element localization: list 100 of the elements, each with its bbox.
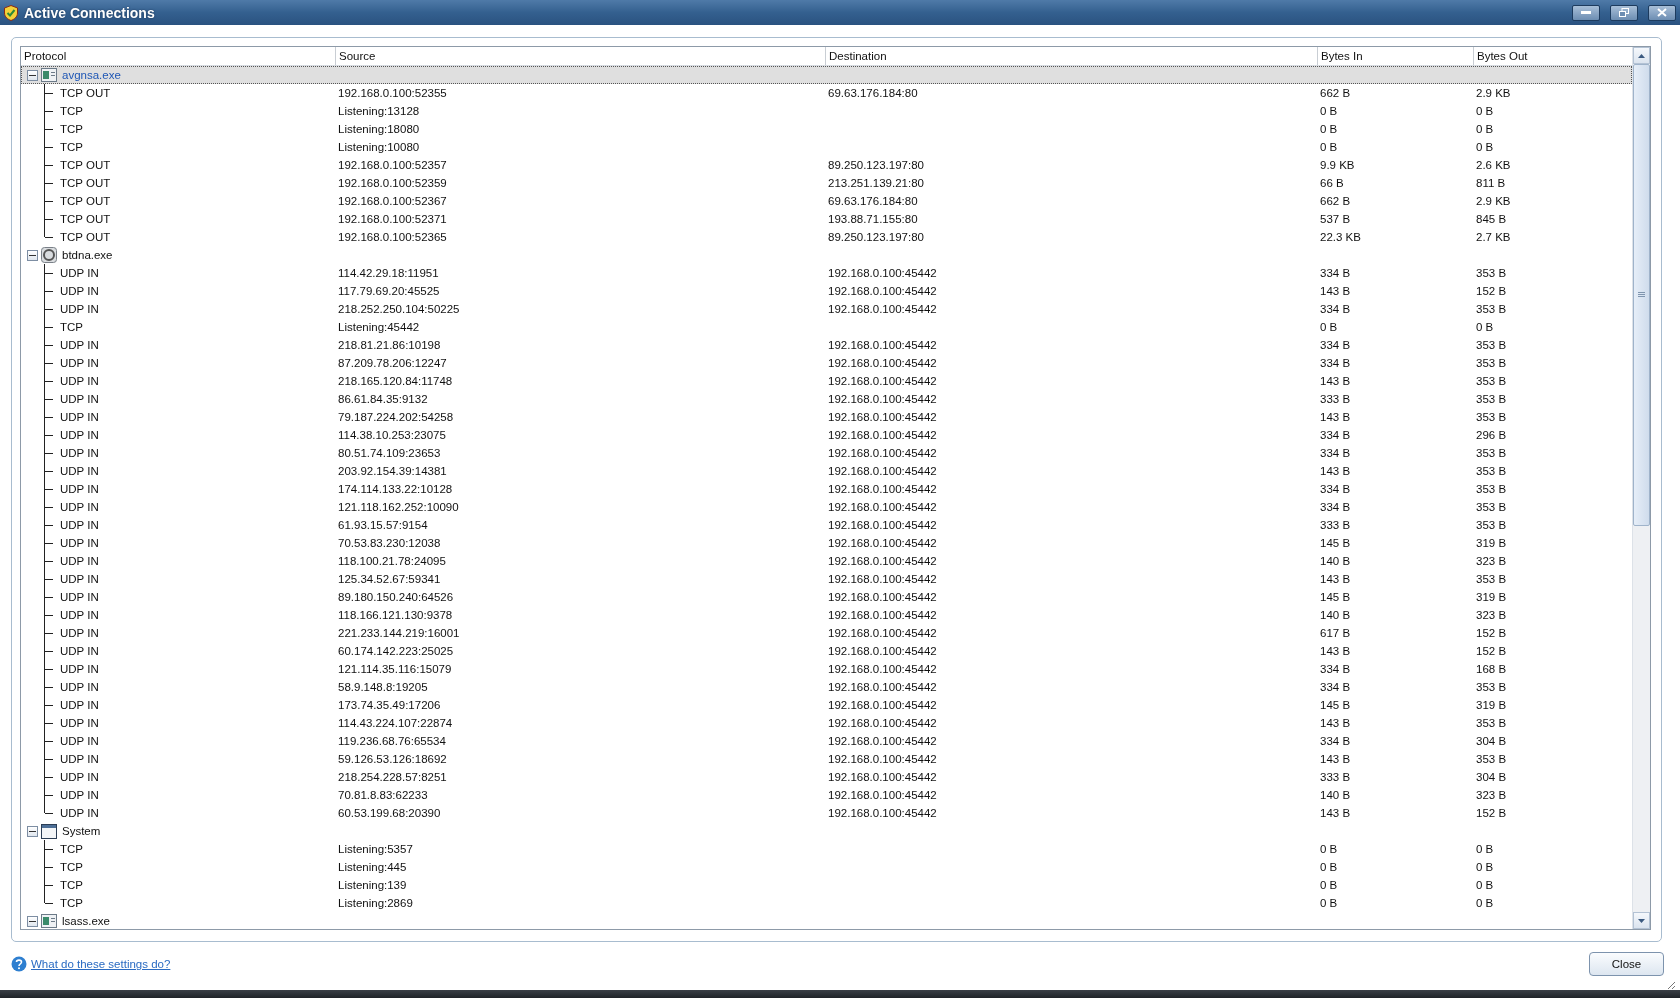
tree-connector — [44, 570, 53, 588]
collapse-button[interactable] — [27, 69, 38, 81]
column-header[interactable]: Protocol — [21, 47, 335, 65]
table-cell-text: 192.168.0.100:45442 — [827, 285, 938, 297]
protocol-text: UDP IN — [60, 267, 99, 279]
table-cell-text: 617 B — [1319, 627, 1352, 639]
table-cell-text: 192.168.0.100:45442 — [827, 609, 938, 621]
protocol-text: TCP — [60, 843, 83, 855]
collapse-button[interactable] — [27, 915, 38, 927]
column-header[interactable]: Destination — [825, 47, 1317, 65]
process-name: avgnsa.exe — [62, 69, 121, 81]
table-cell-text: 353 B — [1475, 483, 1508, 495]
tree-connector — [44, 696, 53, 714]
close-button[interactable] — [1648, 4, 1676, 21]
table-cell-text: 119.236.68.76:65534 — [337, 735, 447, 747]
protocol-text: UDP IN — [60, 663, 99, 675]
tree-connector — [44, 156, 53, 174]
down-arrow-icon — [1638, 918, 1645, 923]
scroll-up-button[interactable] — [1633, 47, 1650, 64]
column-header[interactable]: Source — [335, 47, 825, 65]
close-dialog-button[interactable]: Close — [1589, 952, 1664, 976]
table-cell-text: 353 B — [1475, 519, 1508, 531]
table-cell-text: 9.9 KB — [1319, 159, 1356, 171]
protocol-text: UDP IN — [60, 645, 99, 657]
table-cell-text: 192.168.0.100:52357 — [337, 159, 448, 171]
protocol-text: UDP IN — [60, 681, 99, 693]
table-cell-text: 192.168.0.100:45442 — [827, 771, 938, 783]
help-icon — [11, 956, 27, 972]
table-cell-text: 192.168.0.100:45442 — [827, 645, 938, 657]
table-cell-text: 353 B — [1475, 339, 1508, 351]
close-icon — [1657, 8, 1667, 17]
resize-grip-icon[interactable] — [1666, 980, 1676, 990]
protocol-text: UDP IN — [60, 303, 99, 315]
table-cell-text: 353 B — [1475, 753, 1508, 765]
process-row[interactable]: avgnsa.exe — [21, 66, 1632, 84]
table-cell-text: 152 B — [1475, 285, 1508, 297]
table-cell-text: 353 B — [1475, 501, 1508, 513]
column-header[interactable]: Bytes In — [1317, 47, 1473, 65]
scroll-thumb[interactable] — [1633, 64, 1650, 526]
table-cell-text: 537 B — [1319, 213, 1352, 225]
table-cell-text: 0 B — [1475, 123, 1495, 135]
table-cell-text: 140 B — [1319, 555, 1352, 567]
process-row[interactable]: System — [21, 822, 1632, 840]
tree-connector — [44, 462, 53, 480]
table-cell-text: 333 B — [1319, 519, 1352, 531]
table-cell-text: 334 B — [1319, 267, 1352, 279]
table-cell-text: 192.168.0.100:45442 — [827, 501, 938, 513]
tree-connector — [44, 678, 53, 696]
table-cell-text: 80.51.74.109:23653 — [337, 447, 442, 459]
table-cell-text: 304 B — [1475, 771, 1508, 783]
table-cell-text: 192.168.0.100:45442 — [827, 735, 938, 747]
table-cell-text: 353 B — [1475, 681, 1508, 693]
table-cell-text: 192.168.0.100:45442 — [827, 339, 938, 351]
table-cell-text: 0 B — [1319, 861, 1339, 873]
process-row[interactable]: lsass.exe — [21, 912, 1632, 929]
table-cell-text: 193.88.71.155:80 — [827, 213, 919, 225]
minus-icon — [29, 920, 36, 922]
table-cell-text: 353 B — [1475, 717, 1508, 729]
table-cell-text: 296 B — [1475, 429, 1508, 441]
protocol-text: UDP IN — [60, 339, 99, 351]
process-row[interactable]: btdna.exe — [21, 246, 1632, 264]
table-cell-text: 353 B — [1475, 573, 1508, 585]
table-cell-text: 0 B — [1475, 321, 1495, 333]
table-cell-text: 143 B — [1319, 465, 1352, 477]
scrollbar[interactable] — [1632, 47, 1650, 929]
protocol-text: UDP IN — [60, 717, 99, 729]
process-name: System — [62, 825, 101, 837]
table-cell-text: 140 B — [1319, 789, 1352, 801]
table-cell-text: 114.42.29.18:11951 — [337, 267, 440, 279]
table-cell-text: 60.174.142.223:25025 — [337, 645, 455, 657]
process-name: btdna.exe — [62, 249, 113, 261]
protocol-text: UDP IN — [60, 609, 99, 621]
table-cell-text: 353 B — [1475, 411, 1508, 423]
minimize-button[interactable] — [1572, 4, 1600, 21]
protocol-text: UDP IN — [60, 519, 99, 531]
tree-connector — [44, 282, 53, 300]
scroll-down-button[interactable] — [1633, 912, 1650, 929]
table-cell-text: 2.9 KB — [1475, 195, 1512, 207]
minimize-icon — [1581, 11, 1591, 14]
protocol-text: TCP — [60, 861, 83, 873]
table-cell-text: 114.43.224.107:22874 — [337, 717, 454, 729]
table-cell-text: Listening:10080 — [337, 141, 421, 153]
table-cell-text: 192.168.0.100:45442 — [827, 573, 938, 585]
restore-button[interactable] — [1610, 4, 1638, 21]
collapse-button[interactable] — [27, 825, 38, 837]
help-link[interactable]: What do these settings do? — [31, 958, 171, 970]
table-cell-text: 192.168.0.100:45442 — [827, 411, 938, 423]
table-cell-text: 319 B — [1475, 591, 1508, 603]
tree-connector — [44, 390, 53, 408]
tree-connector — [44, 750, 53, 768]
table-cell-text: 121.118.162.252:10090 — [337, 501, 460, 513]
table-cell-text: 811 B — [1475, 177, 1507, 189]
table-cell-text: 333 B — [1319, 771, 1352, 783]
tree-connector — [44, 174, 53, 192]
tree-connector — [44, 138, 53, 156]
collapse-button[interactable] — [27, 249, 38, 261]
table-cell-text: 323 B — [1475, 789, 1508, 801]
table-cell-text: 152 B — [1475, 645, 1508, 657]
protocol-text: UDP IN — [60, 771, 99, 783]
tree-connector — [44, 660, 53, 678]
